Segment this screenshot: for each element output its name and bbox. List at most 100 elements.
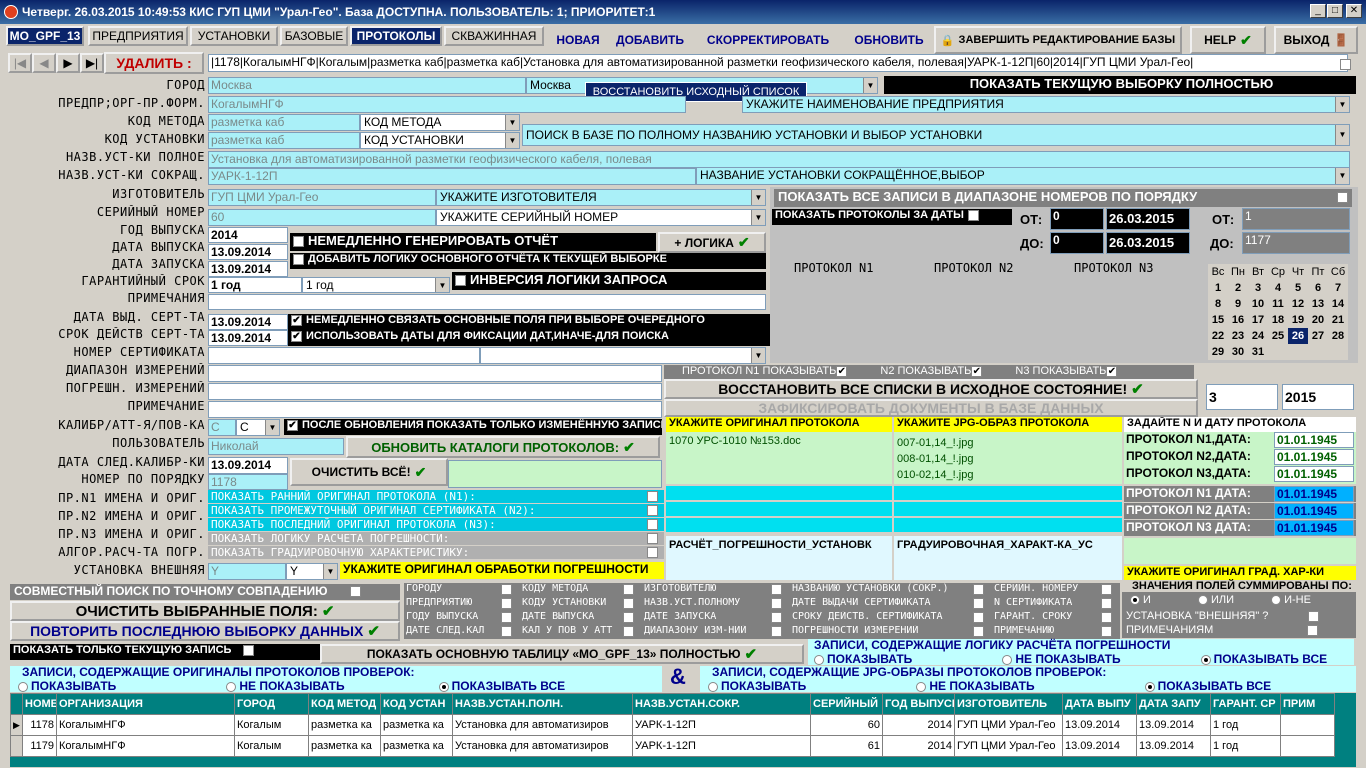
tab-base[interactable]: БАЗОВЫЕ — [280, 26, 348, 46]
cyan-box[interactable] — [666, 486, 892, 500]
protocol-date-field[interactable]: 01.01.1945 — [1274, 466, 1354, 482]
table-cell[interactable]: 1179 — [22, 735, 57, 757]
repeat-selection-button[interactable]: ПОВТОРИТЬ ПОСЛЕДНЮЮ ВЫБОРКУ ДАННЫХ ✔ — [10, 621, 400, 641]
criteria-item[interactable]: ДИАПАЗОНУ ИЗМ-НИЙ — [642, 625, 786, 638]
calendar-day[interactable]: 2 — [1228, 280, 1248, 296]
checkbox[interactable] — [623, 612, 634, 623]
table-cell[interactable]: 1 год — [1210, 735, 1281, 757]
next-calib-field[interactable]: 13.09.2014 — [208, 457, 288, 474]
table-cell[interactable]: разметка ка — [380, 714, 453, 736]
column-header[interactable]: КОД УСТАН — [380, 693, 453, 715]
notes-field[interactable] — [208, 294, 766, 310]
user-field[interactable]: Николай — [208, 438, 344, 455]
criteria-item[interactable]: ИЗГОТОВИТЕЛЮ — [642, 583, 786, 596]
cert-number-field[interactable] — [208, 347, 480, 364]
table-cell[interactable]: ГУП ЦМИ Урал-Гео — [954, 735, 1063, 757]
radio-all[interactable] — [1144, 681, 1155, 692]
criteria-item[interactable]: КАЛ У ПОВ У АТТ — [520, 625, 638, 638]
next-record-button[interactable]: ▶ — [56, 53, 80, 73]
external-field[interactable]: Y — [208, 563, 286, 580]
column-header[interactable]: ГОД ВЫПУСКА — [882, 693, 955, 715]
current-record-field[interactable]: |1178|КогалымНГФ|Когалым|разметка каб|ра… — [208, 54, 1348, 72]
help-button[interactable]: HELP ✔ — [1190, 26, 1266, 54]
checkbox[interactable] — [623, 584, 634, 595]
checkbox[interactable] — [623, 598, 634, 609]
table-cell[interactable]: 1 год — [1210, 714, 1281, 736]
column-header[interactable]: НАЗВ.УСТАН.ПОЛН. — [452, 693, 633, 715]
calendar[interactable]: Вс Пн Вт Ср Чт Пт Сб 1 2 3 4 5 6 7 8 9 10 11 12 13 14 15 16 17 1… — [1208, 264, 1348, 360]
criteria-item[interactable]: КОДУ МЕТОДА — [520, 583, 638, 596]
org-select[interactable]: УКАЖИТЕ НАИМЕНОВАНИЕ ПРЕДПРИЯТИЯ ▼ — [742, 96, 1350, 113]
cert-valid-field[interactable]: 13.09.2014 — [208, 330, 288, 346]
last-record-button[interactable]: ▶| — [80, 53, 104, 73]
calendar-day[interactable]: 26 — [1288, 328, 1308, 344]
table-cell[interactable]: 13.09.2014 — [1136, 714, 1211, 736]
column-header[interactable]: ГАРАНТ. СР — [1210, 693, 1281, 715]
after-update-toggle[interactable]: ✔ ПОСЛЕ ОБНОВЛЕНИЯ ПОКАЗАТЬ ТОЛЬКО ИЗМЕНЁ… — [284, 419, 662, 435]
calendar-day[interactable]: 27 — [1308, 328, 1328, 344]
calendar-day[interactable]: 28 — [1328, 328, 1348, 344]
minimize-icon[interactable]: _ — [1310, 4, 1326, 18]
calendar-day[interactable]: 6 — [1308, 280, 1328, 296]
calendar-day[interactable]: 19 — [1288, 312, 1308, 328]
column-header[interactable]: ДАТА ЗАПУ — [1136, 693, 1211, 715]
link-fields-toggle[interactable]: ✔ НЕМЕДЛЕННО СВЯЗАТЬ ОСНОВНЫЕ ПОЛЯ ПРИ ВЫ… — [288, 314, 770, 330]
radio-all[interactable] — [438, 681, 449, 692]
only-current-toggle[interactable]: ПОКАЗАТЬ ТОЛЬКО ТЕКУЩУЮ ЗАПИСЬ — [10, 644, 324, 660]
to-date-field[interactable]: 26.03.2015 — [1106, 232, 1190, 254]
date-protocol-header[interactable]: ЗАДАЙТЕ N И ДАТУ ПРОТОКОЛА — [1124, 417, 1356, 432]
table-cell[interactable]: 13.09.2014 — [1136, 735, 1211, 757]
cyan-box[interactable] — [894, 486, 1122, 500]
criteria-item[interactable]: ПРЕДПРИЯТИЮ — [404, 597, 516, 610]
checkbox[interactable]: ✔ — [971, 365, 983, 377]
checkbox[interactable]: ✔ — [287, 419, 298, 431]
checkbox[interactable] — [973, 612, 984, 623]
close-icon[interactable]: ✕ — [1346, 4, 1362, 18]
to-num-field[interactable]: 0 — [1050, 232, 1104, 254]
column-header[interactable]: ПРИМ — [1280, 693, 1335, 715]
radio-show[interactable] — [708, 681, 718, 692]
update-catalogs-button[interactable]: ОБНОВИТЬ КАТАЛОГИ ПРОТОКОЛОВ: ✔ — [346, 436, 660, 458]
show-selection-toggle[interactable]: ПОКАЗАТЬ ТЕКУЩУЮ ВЫБОРКУ ПОЛНОСТЬЮ — [884, 76, 1356, 94]
checkbox[interactable] — [771, 598, 782, 609]
protocol-date-field[interactable]: 01.01.1945 — [1274, 486, 1354, 502]
table-cell[interactable]: Установка для автоматизиров — [452, 735, 633, 757]
logic-button[interactable]: + ЛОГИКА ✔ — [658, 232, 766, 253]
calendar-day[interactable]: 3 — [1248, 280, 1268, 296]
use-dates-toggle[interactable]: ✔ ИСПОЛЬЗОВАТЬ ДАТЫ ДЛЯ ФИКСАЦИИ ДАТ,ИНАЧ… — [288, 330, 770, 346]
radio-noshow[interactable] — [226, 681, 237, 692]
checkbox[interactable] — [349, 586, 361, 598]
protocol-date-field[interactable]: 01.01.1945 — [1274, 503, 1354, 519]
column-header[interactable]: НОМЕР — [22, 693, 57, 715]
inverse-logic-toggle[interactable]: ИНВЕРСИЯ ЛОГИКИ ЗАПРОСА — [452, 272, 766, 290]
show-original-item[interactable]: ПОКАЗАТЬ ГРАДУИРОВОЧНУЮ ХАРАКТЕРИСТИКУ: — [208, 546, 664, 559]
checkbox[interactable]: ✔ — [1106, 365, 1118, 377]
column-header[interactable]: СЕРИЙНЫЙ — [810, 693, 883, 715]
calendar-day[interactable]: 18 — [1268, 312, 1288, 328]
add-link[interactable]: ДОБАВИТЬ — [612, 33, 688, 47]
remark-field[interactable] — [208, 401, 662, 418]
column-header[interactable]: ОРГАНИЗАЦИЯ — [56, 693, 235, 715]
by-dates-toggle[interactable]: ПОКАЗАТЬ ПРОТОКОЛЫ ЗА ДАТЫ — [772, 209, 1012, 225]
column-header[interactable]: НАЗВ.УСТАН.СОКР. — [632, 693, 811, 715]
show-original-item[interactable]: ПОКАЗАТЬ ПОСЛЕДНИЙ ОРИГИНАЛ ПРОТОКОЛА (N… — [208, 518, 664, 531]
table-cell[interactable]: УАРК-1-12П — [632, 735, 811, 757]
table-cell[interactable] — [1280, 735, 1335, 757]
external-select[interactable]: Y ▼ — [286, 563, 338, 580]
calendar-day[interactable]: 5 — [1288, 280, 1308, 296]
calendar-day[interactable]: 8 — [1208, 296, 1228, 312]
jpg-file-item[interactable]: 010-02,14_!.jpg — [897, 467, 1119, 483]
column-header[interactable]: ДАТА ВЫПУ — [1062, 693, 1137, 715]
criteria-item[interactable]: ДАТЕ ЗАПУСКА — [642, 611, 786, 624]
year-spin-field[interactable]: 2015 — [1282, 384, 1354, 410]
calendar-day[interactable]: 14 — [1328, 296, 1348, 312]
criteria-item[interactable]: ПОГРЕШНОСТИ ИЗМЕРЕНИЙ — [790, 625, 988, 638]
table-cell[interactable]: КогалымНГФ — [56, 714, 235, 736]
table-cell[interactable]: КогалымНГФ — [56, 735, 235, 757]
checkbox[interactable] — [647, 547, 658, 558]
tab-borehole[interactable]: СКВАЖИННАЯ — [444, 26, 544, 46]
show-original-item[interactable]: ПОКАЗАТЬ РАННИЙ ОРИГИНАЛ ПРОТОКОЛА (N1): — [208, 490, 664, 503]
table-cell[interactable]: 2014 — [882, 714, 955, 736]
method-field[interactable]: разметка каб — [208, 114, 360, 131]
calendar-day[interactable]: 1 — [1208, 280, 1228, 296]
